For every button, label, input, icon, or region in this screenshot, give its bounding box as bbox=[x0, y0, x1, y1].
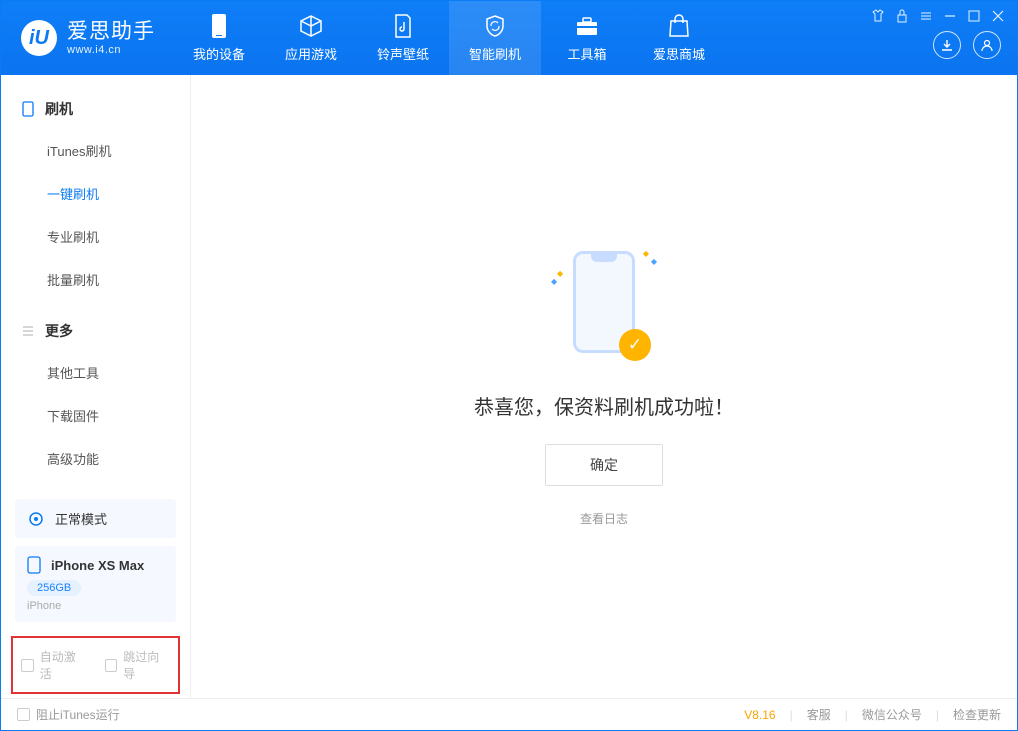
checkbox-label: 自动激活 bbox=[40, 648, 87, 682]
list-small-icon bbox=[21, 324, 35, 338]
titlebar-right bbox=[859, 1, 1017, 75]
sidebar-head-flash: 刷机 bbox=[1, 89, 190, 129]
check-badge-icon: ✓ bbox=[619, 329, 651, 361]
tab-label: 我的设备 bbox=[193, 44, 245, 63]
footer-right: V8.16 | 客服 | 微信公众号 | 检查更新 bbox=[744, 706, 1001, 723]
cube-icon bbox=[299, 14, 323, 38]
window-controls bbox=[869, 7, 1007, 25]
checkbox-icon bbox=[21, 659, 34, 672]
wechat-link[interactable]: 微信公众号 bbox=[862, 706, 922, 723]
tab-ringtone-wallpaper[interactable]: 铃声壁纸 bbox=[357, 1, 449, 75]
minimize-icon[interactable] bbox=[941, 7, 959, 25]
tab-label: 爱思商城 bbox=[653, 44, 705, 63]
refresh-shield-icon bbox=[483, 14, 507, 38]
separator: | bbox=[936, 708, 939, 722]
body: 刷机 iTunes刷机 一键刷机 专业刷机 批量刷机 更多 其他工具 下载固件 … bbox=[1, 75, 1017, 698]
tab-label: 铃声壁纸 bbox=[377, 44, 429, 63]
sidebar: 刷机 iTunes刷机 一键刷机 专业刷机 批量刷机 更多 其他工具 下载固件 … bbox=[1, 75, 191, 698]
logo-icon: iU bbox=[21, 20, 57, 56]
logo-text: 爱思助手 www.i4.cn bbox=[67, 20, 155, 55]
version-label: V8.16 bbox=[744, 708, 775, 722]
sidebar-item-pro-flash[interactable]: 专业刷机 bbox=[1, 215, 190, 258]
sidebar-item-other-tools[interactable]: 其他工具 bbox=[1, 351, 190, 394]
maximize-icon[interactable] bbox=[965, 7, 983, 25]
phone-small-icon bbox=[21, 102, 35, 116]
tab-label: 工具箱 bbox=[567, 44, 606, 63]
nav-tabs: 我的设备 应用游戏 铃声壁纸 智能刷机 工具箱 爱思商城 bbox=[173, 1, 725, 75]
footer: 阻止iTunes运行 V8.16 | 客服 | 微信公众号 | 检查更新 bbox=[1, 698, 1017, 730]
user-icon[interactable] bbox=[973, 31, 1001, 59]
confirm-button[interactable]: 确定 bbox=[545, 444, 663, 486]
download-icon[interactable] bbox=[933, 31, 961, 59]
device-card[interactable]: iPhone XS Max 256GB iPhone bbox=[15, 546, 176, 622]
shirt-icon[interactable] bbox=[869, 7, 887, 25]
sparkle-icon: ◆ bbox=[551, 277, 557, 286]
tab-smart-flash[interactable]: 智能刷机 bbox=[449, 1, 541, 75]
device-icon bbox=[207, 14, 231, 38]
app-window: iU 爱思助手 www.i4.cn 我的设备 应用游戏 铃声壁纸 智能刷机 bbox=[0, 0, 1018, 731]
device-name: iPhone XS Max bbox=[51, 558, 144, 573]
titlebar: iU 爱思助手 www.i4.cn 我的设备 应用游戏 铃声壁纸 智能刷机 bbox=[1, 1, 1017, 75]
tab-store[interactable]: 爱思商城 bbox=[633, 1, 725, 75]
checkbox-label: 跳过向导 bbox=[123, 648, 170, 682]
toolbox-icon bbox=[575, 14, 599, 38]
tab-toolbox[interactable]: 工具箱 bbox=[541, 1, 633, 75]
menu-icon[interactable] bbox=[917, 7, 935, 25]
support-link[interactable]: 客服 bbox=[807, 706, 831, 723]
bag-icon bbox=[667, 14, 691, 38]
tab-label: 应用游戏 bbox=[285, 44, 337, 63]
options-row: 自动激活 跳过向导 bbox=[11, 636, 180, 694]
device-small-icon bbox=[27, 556, 41, 574]
sidebar-head-more: 更多 bbox=[1, 311, 190, 351]
tab-label: 智能刷机 bbox=[469, 44, 521, 63]
separator: | bbox=[790, 708, 793, 722]
view-log-link[interactable]: 查看日志 bbox=[580, 510, 628, 527]
user-controls bbox=[933, 31, 1007, 59]
close-icon[interactable] bbox=[989, 7, 1007, 25]
sidebar-item-advanced[interactable]: 高级功能 bbox=[1, 437, 190, 480]
success-message: 恭喜您，保资料刷机成功啦！ bbox=[474, 391, 734, 420]
mode-icon bbox=[27, 510, 45, 528]
lock-icon[interactable] bbox=[893, 7, 911, 25]
tab-my-device[interactable]: 我的设备 bbox=[173, 1, 265, 75]
success-illustration: ◆ ◆ ◆ ◆ ✓ bbox=[549, 247, 659, 367]
section-title: 刷机 bbox=[45, 99, 73, 119]
checkbox-label: 阻止iTunes运行 bbox=[36, 706, 120, 723]
mode-label: 正常模式 bbox=[55, 509, 107, 528]
checkbox-block-itunes[interactable]: 阻止iTunes运行 bbox=[17, 706, 120, 723]
checkbox-auto-activate[interactable]: 自动激活 bbox=[21, 648, 87, 682]
sidebar-item-onekey-flash[interactable]: 一键刷机 bbox=[1, 172, 190, 215]
sidebar-item-itunes-flash[interactable]: iTunes刷机 bbox=[1, 129, 190, 172]
phone-notch-icon bbox=[591, 254, 617, 262]
separator: | bbox=[845, 708, 848, 722]
update-link[interactable]: 检查更新 bbox=[953, 706, 1001, 723]
music-file-icon bbox=[391, 14, 415, 38]
sparkle-icon: ◆ bbox=[651, 257, 657, 266]
mode-card[interactable]: 正常模式 bbox=[15, 499, 176, 538]
checkbox-skip-guide[interactable]: 跳过向导 bbox=[105, 648, 171, 682]
section-title: 更多 bbox=[45, 321, 73, 341]
checkbox-icon bbox=[17, 708, 30, 721]
device-type: iPhone bbox=[27, 600, 164, 612]
tab-apps-games[interactable]: 应用游戏 bbox=[265, 1, 357, 75]
sparkle-icon: ◆ bbox=[557, 269, 563, 278]
logo-block: iU 爱思助手 www.i4.cn bbox=[1, 1, 173, 75]
app-name: 爱思助手 bbox=[67, 20, 155, 43]
sparkle-icon: ◆ bbox=[643, 249, 649, 258]
device-storage: 256GB bbox=[27, 580, 81, 596]
main-content: ◆ ◆ ◆ ◆ ✓ 恭喜您，保资料刷机成功啦！ 确定 查看日志 bbox=[191, 75, 1017, 698]
app-url: www.i4.cn bbox=[67, 44, 155, 56]
sidebar-item-batch-flash[interactable]: 批量刷机 bbox=[1, 258, 190, 301]
sidebar-item-download-firmware[interactable]: 下载固件 bbox=[1, 394, 190, 437]
checkbox-icon bbox=[105, 659, 118, 672]
